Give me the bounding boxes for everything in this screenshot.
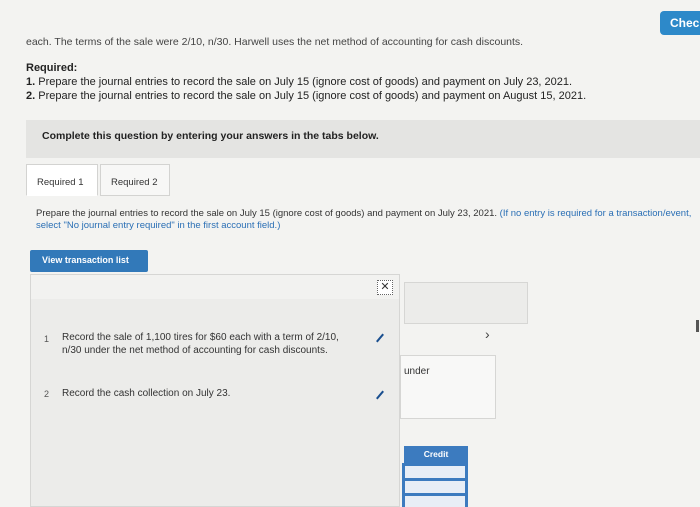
- under-text: under: [404, 366, 430, 377]
- required-item-2-number: 2.: [26, 90, 36, 102]
- required-item-2: 2. Prepare the journal entries to record…: [26, 90, 586, 102]
- credit-input-cell[interactable]: [405, 466, 465, 478]
- transaction-2-number: 2: [44, 389, 50, 399]
- credit-input-cell[interactable]: [405, 496, 465, 507]
- required-item-1: 1. Prepare the journal entries to record…: [26, 76, 572, 88]
- credit-input-cell[interactable]: [405, 481, 465, 493]
- view-transaction-list-button[interactable]: View transaction list: [30, 250, 148, 272]
- required-item-2-text: Prepare the journal entries to record th…: [38, 90, 587, 102]
- tab-strip: Required 1 Required 2: [26, 164, 700, 198]
- tab-required-1[interactable]: Required 1: [26, 164, 98, 196]
- scroll-edge-marker: [696, 320, 699, 332]
- check-button[interactable]: Check: [660, 11, 700, 35]
- credit-column-grid: [402, 463, 468, 507]
- panel-header-strip: [31, 275, 399, 299]
- instructions-main: Prepare the journal entries to record th…: [36, 208, 498, 219]
- required-item-1-number: 1.: [26, 76, 36, 88]
- journal-panel-top: [404, 282, 528, 324]
- problem-intro-text: each. The terms of the sale were 2/10, n…: [26, 36, 524, 48]
- transaction-1-text: Record the sale of 1,100 tires for $60 e…: [62, 332, 339, 356]
- tab-instructions: Prepare the journal entries to record th…: [36, 208, 700, 232]
- credit-column-header: Credit: [404, 446, 468, 463]
- transaction-1-number: 1: [44, 334, 50, 344]
- close-icon[interactable]: ✕: [377, 280, 393, 295]
- tab-required-2[interactable]: Required 2: [100, 164, 170, 196]
- required-heading: Required:: [26, 62, 78, 74]
- tooltip-box: [400, 355, 496, 419]
- transaction-2-text: Record the cash collection on July 23.: [62, 388, 231, 399]
- tabs-instruction-banner: Complete this question by entering your …: [26, 120, 700, 158]
- chevron-right-icon[interactable]: ›: [485, 326, 490, 342]
- required-item-1-text: Prepare the journal entries to record th…: [38, 76, 573, 88]
